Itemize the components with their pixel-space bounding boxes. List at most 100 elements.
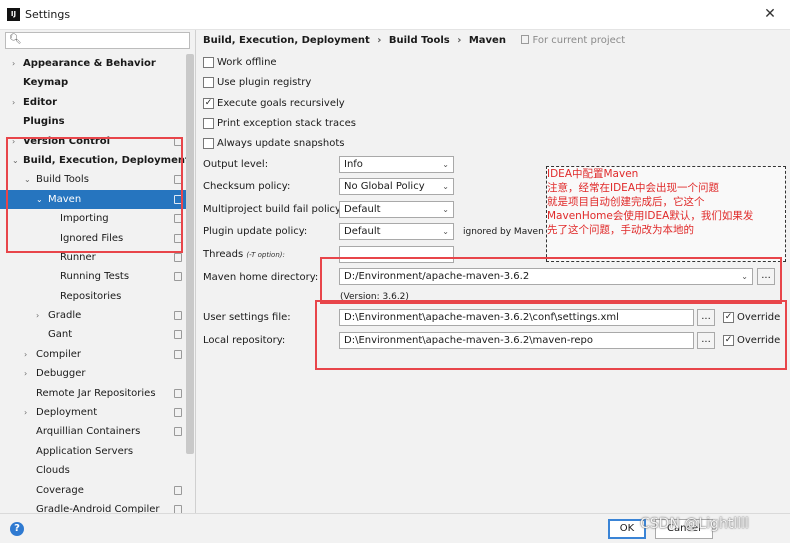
annotation-line: MavenHome会使用IDEA默认，我们如果发 bbox=[547, 210, 754, 222]
highlight-box-maven-home bbox=[320, 257, 782, 304]
breadcrumb-separator: › bbox=[377, 35, 382, 46]
sidebar-item-label: Running Tests bbox=[60, 271, 130, 283]
select-value: Default bbox=[344, 226, 381, 237]
highlight-box-sidebar bbox=[6, 137, 183, 253]
sidebar-item-label: Gant bbox=[48, 329, 73, 341]
sidebar-item-label: Debugger bbox=[36, 368, 86, 380]
chevron-right-icon[interactable]: › bbox=[24, 403, 27, 422]
sidebar-item-label: Application Servers bbox=[36, 445, 134, 457]
checkbox-label: Always update snapshots bbox=[217, 138, 345, 149]
checkbox-label: Use plugin registry bbox=[217, 77, 312, 88]
maven-home-label: Maven home directory: bbox=[203, 272, 319, 283]
sidebar-item-appearance-behavior[interactable]: › Appearance & Behavior bbox=[0, 54, 186, 73]
project-scope-note: For current project bbox=[521, 35, 629, 46]
sidebar-item-repositories[interactable]: Repositories bbox=[0, 287, 186, 306]
checkbox-box[interactable] bbox=[203, 118, 214, 129]
plugin-update-policy-label: Plugin update policy: bbox=[203, 226, 308, 237]
checkbox-label: Execute goals recursively bbox=[217, 98, 345, 109]
multiproject-fail-policy-label: Multiproject build fail policy: bbox=[203, 204, 344, 215]
sidebar-item-label: Plugins bbox=[23, 116, 65, 128]
sidebar-item-label: Editor bbox=[23, 96, 57, 108]
sidebar-item-debugger[interactable]: › Debugger bbox=[0, 364, 186, 383]
chevron-down-icon: ⌄ bbox=[442, 227, 449, 236]
sidebar-item-label: Remote Jar Repositories bbox=[36, 387, 156, 399]
checkbox-label: Work offline bbox=[217, 57, 277, 68]
checkbox-label: Print exception stack traces bbox=[217, 118, 356, 129]
output-level-label: Output level: bbox=[203, 159, 269, 170]
chevron-right-icon[interactable]: › bbox=[24, 345, 27, 364]
checkbox-box[interactable] bbox=[203, 57, 214, 68]
sidebar-item-gradle[interactable]: › Gradle bbox=[0, 306, 186, 325]
window-title: Settings bbox=[25, 8, 71, 21]
sidebar-item-label: Clouds bbox=[36, 465, 70, 477]
chevron-down-icon: ⌄ bbox=[442, 160, 449, 169]
chevron-down-icon: ⌄ bbox=[442, 205, 449, 214]
threads-label: Threads (-T option): bbox=[203, 249, 285, 260]
settings-search-input[interactable]: 🔍︎ bbox=[5, 32, 190, 49]
output-level-select[interactable]: Info ⌄ bbox=[339, 156, 454, 173]
project-copy-icon bbox=[174, 272, 182, 282]
title-bar: IJ Settings ✕ bbox=[0, 0, 790, 30]
checksum-policy-select[interactable]: No Global Policy ⌄ bbox=[339, 178, 454, 195]
plugin-update-policy-select[interactable]: Default ⌄ bbox=[339, 223, 454, 240]
sidebar-item-label: Appearance & Behavior bbox=[23, 58, 156, 69]
chevron-down-icon: ⌄ bbox=[442, 182, 449, 191]
breadcrumb-maven: Maven bbox=[468, 35, 506, 46]
sidebar-item-keymap[interactable]: Keymap bbox=[0, 73, 186, 92]
sidebar-item-label: Repositories bbox=[60, 290, 122, 302]
sidebar-item-application-servers[interactable]: Application Servers bbox=[0, 442, 186, 461]
sidebar-item-label: Gradle bbox=[48, 310, 82, 322]
sidebar-item-plugins[interactable]: Plugins bbox=[0, 112, 186, 131]
intellij-app-icon: IJ bbox=[7, 8, 20, 21]
annotation-line: 就是项目自动创建完成后，它这个 bbox=[547, 196, 705, 208]
select-value: Default bbox=[344, 204, 381, 215]
checkbox-box[interactable]: ✓ bbox=[203, 98, 214, 109]
chevron-right-icon[interactable]: › bbox=[12, 54, 15, 73]
sidebar-item-label: Compiler bbox=[36, 348, 82, 360]
project-copy-icon bbox=[521, 35, 530, 44]
chevron-right-icon[interactable]: › bbox=[36, 306, 39, 325]
help-icon[interactable]: ? bbox=[10, 522, 24, 536]
close-icon[interactable]: ✕ bbox=[762, 6, 778, 22]
select-value: No Global Policy bbox=[344, 181, 425, 192]
breadcrumb: Build, Execution, Deployment › Build Too… bbox=[203, 35, 633, 49]
project-copy-icon bbox=[174, 252, 182, 262]
sidebar-item-label: Deployment bbox=[36, 407, 98, 419]
search-icon: 🔍︎ bbox=[9, 34, 22, 45]
sidebar-scrollbar[interactable] bbox=[186, 54, 194, 454]
watermark: CSDN @Lightllll bbox=[640, 516, 749, 532]
sidebar-item-editor[interactable]: › Editor bbox=[0, 93, 186, 112]
annotation-line: 注意，经常在IDEA中会出现一个问题 bbox=[547, 182, 719, 194]
chevron-right-icon[interactable]: › bbox=[24, 364, 27, 383]
sidebar-item-label: Coverage bbox=[36, 484, 84, 496]
sidebar-item-clouds[interactable]: Clouds bbox=[0, 461, 186, 480]
project-copy-icon bbox=[174, 349, 182, 359]
breadcrumb-build-tools[interactable]: Build Tools bbox=[389, 35, 450, 46]
checkbox-box[interactable] bbox=[203, 138, 214, 149]
sidebar-item-arquillian-containers[interactable]: Arquillian Containers bbox=[0, 422, 186, 441]
local-repository-label: Local repository: bbox=[203, 335, 286, 346]
checkbox-box[interactable] bbox=[203, 77, 214, 88]
sidebar-item-remote-jar-repositories[interactable]: Remote Jar Repositories bbox=[0, 384, 186, 403]
checksum-policy-label: Checksum policy: bbox=[203, 181, 291, 192]
annotation-note: IDEA中配置Maven 注意，经常在IDEA中会出现一个问题 就是项目自动创建… bbox=[546, 166, 786, 262]
sidebar-item-label: Keymap bbox=[23, 77, 69, 89]
project-copy-icon bbox=[174, 311, 182, 321]
sidebar-item-coverage[interactable]: Coverage bbox=[0, 481, 186, 500]
project-copy-icon bbox=[174, 485, 182, 495]
sidebar-item-gant[interactable]: Gant bbox=[0, 325, 186, 344]
project-copy-icon bbox=[174, 427, 182, 437]
settings-tree: › Appearance & Behavior Keymap › Editor Plugi… bbox=[0, 54, 190, 519]
sidebar-item-compiler[interactable]: › Compiler bbox=[0, 345, 186, 364]
breadcrumb-separator: › bbox=[457, 35, 462, 46]
select-value: Info bbox=[344, 159, 363, 170]
annotation-line: IDEA中配置Maven bbox=[547, 168, 639, 180]
dialog-footer: ? OK Cancel CSDN @Lightllll bbox=[0, 513, 790, 543]
chevron-right-icon[interactable]: › bbox=[12, 93, 15, 112]
multiproject-fail-policy-select[interactable]: Default ⌄ bbox=[339, 201, 454, 218]
sidebar-item-deployment[interactable]: › Deployment bbox=[0, 403, 186, 422]
sidebar-item-label: Arquillian Containers bbox=[36, 426, 141, 438]
breadcrumb-build-execution-deployment[interactable]: Build, Execution, Deployment bbox=[203, 35, 370, 46]
sidebar-item-running-tests[interactable]: Running Tests bbox=[0, 267, 186, 286]
user-settings-label: User settings file: bbox=[203, 312, 291, 323]
